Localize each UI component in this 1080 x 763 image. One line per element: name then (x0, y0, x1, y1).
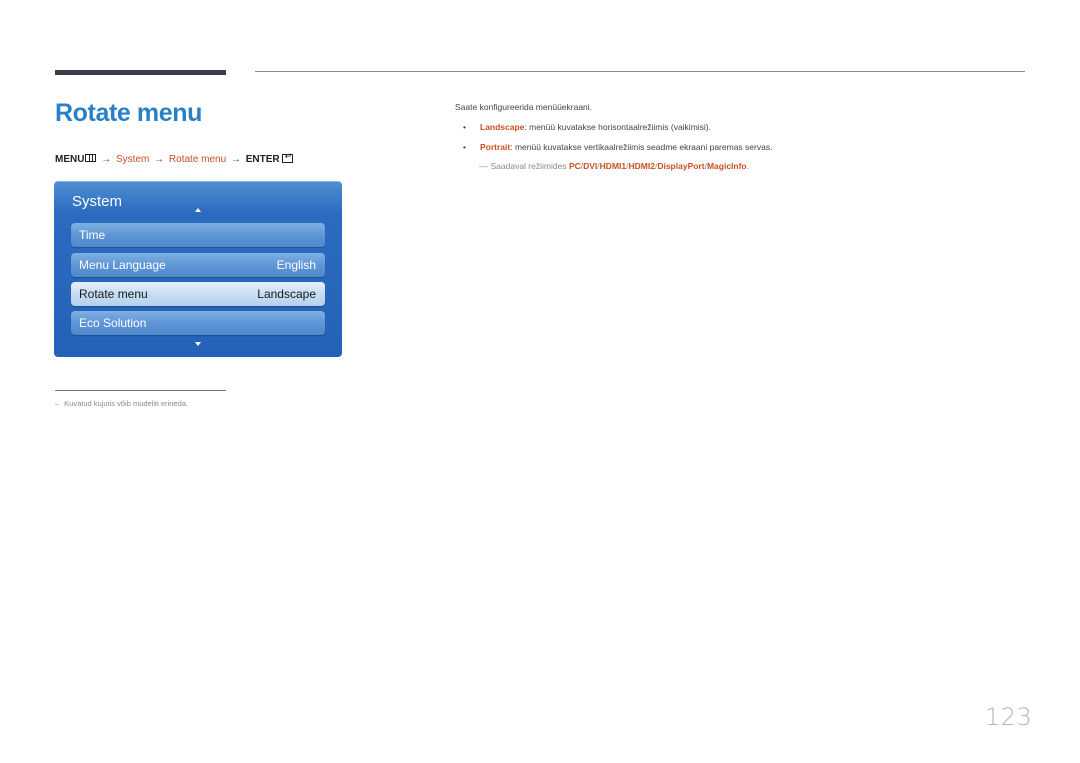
bullet-portrait: • Portrait: menüü kuvatakse vertikaalreži… (463, 142, 772, 152)
note-suffix: . (746, 161, 749, 171)
menu-icon (85, 154, 97, 162)
page-title: Rotate menu (55, 99, 203, 127)
osd-item-menu-language[interactable]: Menu Language English (71, 253, 325, 277)
osd-item-value: English (276, 258, 316, 272)
page-number: 123 (985, 703, 1033, 731)
bullet-text: : menüü kuvatakse horisontaalrežiimis (v… (524, 122, 711, 132)
triangle-down-icon[interactable] (195, 342, 201, 346)
arrow-icon: → (230, 154, 241, 165)
path-rotate-menu: Rotate menu (168, 154, 227, 165)
header-rule-thick (55, 70, 226, 75)
footnote-text: Kuvatud kujutis võib mudeliti erineda. (64, 399, 188, 408)
footnote: – Kuvatud kujutis võib mudeliti erineda. (55, 399, 188, 408)
osd-item-time[interactable]: Time (71, 223, 325, 247)
triangle-up-icon[interactable] (195, 208, 201, 212)
osd-item-label: Eco Solution (79, 316, 147, 330)
dash-icon: — (479, 161, 488, 171)
bullet-keyword: Landscape (480, 122, 525, 132)
mode-magicinfo: MagicInfo (706, 161, 747, 171)
bullet-icon: • (463, 142, 466, 152)
menu-path: MENU → System → Rotate menu → ENTER (55, 151, 293, 165)
osd-item-label: Rotate menu (79, 287, 148, 301)
enter-label: ENTER (245, 154, 280, 165)
path-system: System (116, 154, 150, 165)
header-rule-thin (255, 71, 1025, 72)
osd-item-value: Landscape (257, 287, 316, 301)
bullet-text: : menüü kuvatakse vertikaalrežiimis sead… (510, 142, 773, 152)
osd-system-menu: System Time Menu Language English Rotate… (54, 181, 342, 357)
arrow-icon: → (101, 154, 112, 165)
mode-displayport: DisplayPort (657, 161, 705, 171)
mode-pc: PC (568, 161, 581, 171)
osd-item-eco-solution[interactable]: Eco Solution (71, 311, 325, 335)
mode-hdmi1: HDMI1 (599, 161, 627, 171)
note-prefix: Saadaval režiimides (490, 161, 569, 171)
mode-hdmi2: HDMI2 (628, 161, 655, 171)
availability-note: — Saadaval režiimides PC/DVI/HDMI1/HDMI2/… (479, 161, 749, 171)
dash-icon: – (55, 399, 60, 408)
osd-item-rotate-menu[interactable]: Rotate menu Landscape (71, 282, 325, 306)
mode-dvi: DVI (583, 161, 598, 171)
menu-label: MENU (55, 154, 85, 165)
osd-item-label: Time (79, 228, 106, 242)
osd-title: System (72, 193, 123, 210)
footnote-rule (55, 390, 226, 391)
enter-icon (281, 151, 293, 163)
bullet-keyword: Portrait (480, 142, 511, 152)
osd-item-label: Menu Language (79, 258, 166, 272)
intro-text: Saate konfigureerida menüüekraani. (455, 102, 593, 112)
bullet-icon: • (463, 122, 466, 132)
arrow-icon: → (154, 154, 165, 165)
bullet-landscape: • Landscape: menüü kuvatakse horisontaalr… (463, 122, 711, 132)
